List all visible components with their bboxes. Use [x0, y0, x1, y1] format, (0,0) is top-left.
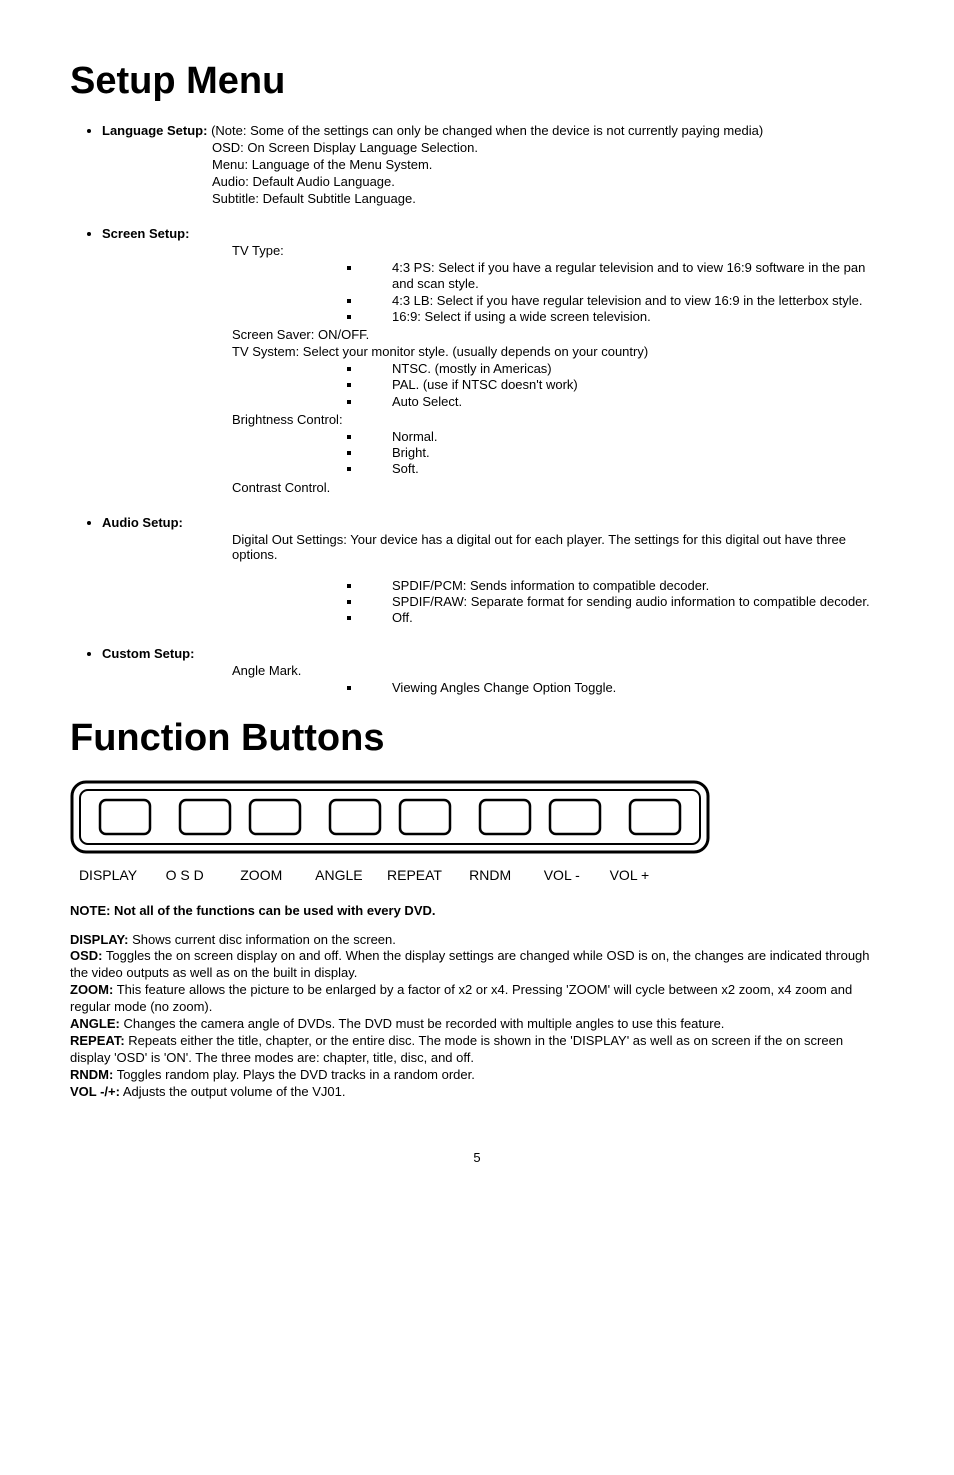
bright-label: Brightness Control:	[102, 412, 884, 427]
btn-label-repeat: REPEAT	[379, 867, 451, 883]
label-language-setup: Language Setup:	[102, 123, 207, 138]
custom-list: Custom Setup: Angle Mark. Viewing Angles…	[70, 646, 884, 696]
desc-rndm: RNDM: Toggles random play. Plays the DVD…	[70, 1067, 884, 1084]
audio-off: Off.	[362, 610, 884, 626]
page-number: 5	[70, 1150, 884, 1165]
bright-list: Normal. Bright. Soft.	[102, 429, 884, 478]
audio-list: Audio Setup: Digital Out Settings: Your …	[70, 515, 884, 627]
item-screen-setup: Screen Setup: TV Type: 4:3 PS: Select if…	[102, 226, 884, 495]
lang-menu: Menu: Language of the Menu System.	[102, 157, 884, 172]
bright-normal: Normal.	[362, 429, 884, 445]
audio-raw: SPDIF/RAW: Separate format for sending a…	[362, 594, 884, 610]
custom-toggle: Viewing Angles Change Option Toggle.	[362, 680, 884, 696]
sys-ntsc: NTSC. (mostly in Americas)	[362, 361, 884, 377]
tvtype-label: TV Type:	[102, 243, 884, 258]
tv-169: 16:9: Select if using a wide screen tele…	[362, 309, 884, 325]
btn-label-vol-minus: VOL -	[530, 867, 594, 883]
item-audio-setup: Audio Setup: Digital Out Settings: Your …	[102, 515, 884, 627]
label-screen-setup: Screen Setup:	[102, 226, 189, 241]
tv-43ps: 4:3 PS: Select if you have a regular tel…	[362, 260, 884, 293]
screen-list: Screen Setup: TV Type: 4:3 PS: Select if…	[70, 226, 884, 495]
lang-audio: Audio: Default Audio Language.	[102, 174, 884, 189]
desc-repeat: REPEAT: Repeats either the title, chapte…	[70, 1033, 884, 1067]
button-labels: DISPLAY O S D ZOOM ANGLE REPEAT RNDM VOL…	[70, 867, 884, 883]
audio-options: SPDIF/PCM: Sends information to compatib…	[102, 578, 884, 627]
tv-43lb: 4:3 LB: Select if you have regular telev…	[362, 293, 884, 309]
audio-pcm: SPDIF/PCM: Sends information to compatib…	[362, 578, 884, 594]
tvsystem-list: NTSC. (mostly in Americas) PAL. (use if …	[102, 361, 884, 410]
btn-label-vol-plus: VOL +	[597, 867, 661, 883]
audio-desc: Digital Out Settings: Your device has a …	[102, 532, 884, 562]
saver-label: Screen Saver: ON/OFF.	[102, 327, 884, 342]
desc-zoom: ZOOM: This feature allows the picture to…	[70, 982, 884, 1016]
label-custom-setup: Custom Setup:	[102, 646, 194, 661]
btn-label-angle: ANGLE	[303, 867, 375, 883]
angle-mark: Angle Mark.	[102, 663, 884, 678]
btn-label-display: DISPLAY	[70, 867, 146, 883]
btn-label-osd: O S D	[150, 867, 220, 883]
desc-vol: VOL -/+: Adjusts the output volume of th…	[70, 1084, 884, 1101]
setup-list: Language Setup: (Note: Some of the setti…	[70, 123, 884, 206]
tvtype-list: 4:3 PS: Select if you have a regular tel…	[102, 260, 884, 325]
bright-bright: Bright.	[362, 445, 884, 461]
desc-angle: ANGLE: Changes the camera angle of DVDs.…	[70, 1016, 884, 1033]
note-language-setup: (Note: Some of the settings can only be …	[207, 123, 763, 138]
tvsystem-label: TV System: Select your monitor style. (u…	[102, 344, 884, 359]
contrast-label: Contrast Control.	[102, 480, 884, 495]
btn-label-zoom: ZOOM	[223, 867, 299, 883]
label-audio-setup: Audio Setup:	[102, 515, 183, 530]
bright-soft: Soft.	[362, 461, 884, 477]
heading-setup-menu: Setup Menu	[70, 60, 884, 103]
desc-display: DISPLAY: Shows current disc information …	[70, 932, 884, 949]
lang-subtitle: Subtitle: Default Subtitle Language.	[102, 191, 884, 206]
button-panel-graphic	[70, 780, 884, 857]
desc-osd: OSD: Toggles the on screen display on an…	[70, 948, 884, 982]
item-custom-setup: Custom Setup: Angle Mark. Viewing Angles…	[102, 646, 884, 696]
item-language-setup: Language Setup: (Note: Some of the setti…	[102, 123, 884, 206]
custom-options: Viewing Angles Change Option Toggle.	[102, 680, 884, 696]
note-line: NOTE: Not all of the functions can be us…	[70, 903, 884, 918]
lang-osd: OSD: On Screen Display Language Selectio…	[102, 140, 884, 155]
sys-auto: Auto Select.	[362, 394, 884, 410]
btn-label-rndm: RNDM	[454, 867, 526, 883]
heading-function-buttons: Function Buttons	[70, 717, 884, 760]
sys-pal: PAL. (use if NTSC doesn't work)	[362, 377, 884, 393]
